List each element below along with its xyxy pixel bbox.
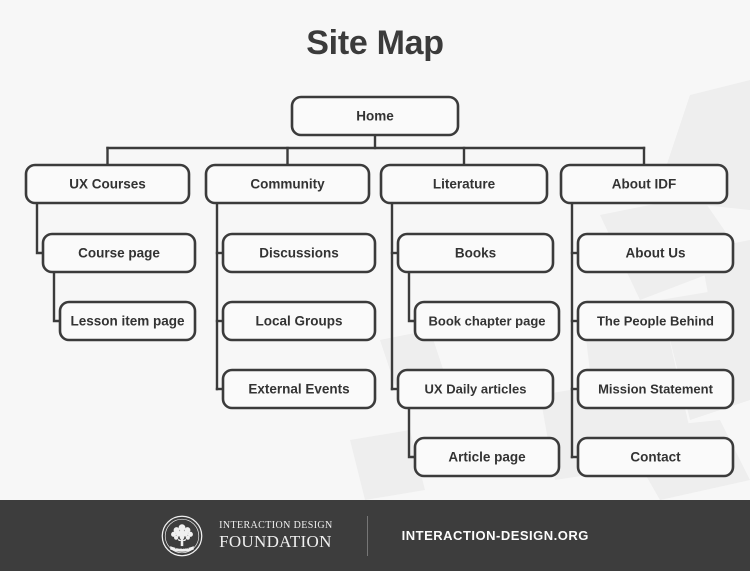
node-label: Mission Statement [598,381,714,396]
seal-established-text: Est. 2002 [175,546,189,550]
node-label: About Us [626,246,686,261]
node-discussions[interactable]: Discussions [221,232,377,274]
brand-line-1: INTERACTION DESIGN [219,520,333,531]
node-label: UX Daily articles [425,381,527,396]
brand-line-2: FOUNDATION [219,532,332,551]
node-external-events[interactable]: External Events [221,368,377,410]
node-home[interactable]: Home [290,95,460,137]
node-label: Lesson item page [70,314,185,329]
node-about-idf[interactable]: About IDF [559,163,729,205]
node-community[interactable]: Community [204,163,371,205]
node-label: UX Courses [69,177,146,192]
node-label: Community [250,177,325,192]
node-label: External Events [248,382,349,397]
node-label: About IDF [612,177,676,192]
node-label: Literature [433,177,496,192]
node-label: Home [356,109,394,124]
node-group: Home UX Courses Course page Lesson item pag… [24,95,735,478]
node-local-groups[interactable]: Local Groups [221,300,377,342]
site-map-diagram: Home UX Courses Course page Lesson item pag… [24,95,735,478]
node-label: Contact [630,450,681,465]
footer-branding-bar: Est. 2002 INTERACTION DESIGN FOUNDATION … [0,500,750,571]
node-ux-courses[interactable]: UX Courses [24,163,191,205]
tree-seal-icon: Est. 2002 [161,515,203,556]
node-books[interactable]: Books [396,232,555,274]
node-label: The People Behind [597,313,714,328]
node-the-people-behind[interactable]: The People Behind [576,300,735,342]
node-ux-daily-articles[interactable]: UX Daily articles [396,368,555,410]
node-course-page[interactable]: Course page [41,232,197,274]
node-label: Discussions [259,246,339,261]
node-label: Book chapter page [428,313,545,328]
brand-wordmark: INTERACTION DESIGN FOUNDATION [219,520,333,551]
node-literature[interactable]: Literature [379,163,549,205]
site-url: INTERACTION-DESIGN.ORG [401,528,589,543]
node-mission-statement[interactable]: Mission Statement [576,368,735,410]
node-book-chapter-page[interactable]: Book chapter page [413,300,561,342]
node-lesson-item-page[interactable]: Lesson item page [58,300,197,342]
footer-divider [366,515,368,556]
node-label: Books [455,246,496,261]
node-contact[interactable]: Contact [576,436,735,478]
node-label: Article page [448,450,526,465]
node-label: Course page [78,246,160,261]
node-article-page[interactable]: Article page [413,436,561,478]
node-label: Local Groups [255,314,342,329]
site-map-page: Site Map Home UX Courses Course page Lesson… [0,0,750,571]
node-about-us[interactable]: About Us [576,232,735,274]
